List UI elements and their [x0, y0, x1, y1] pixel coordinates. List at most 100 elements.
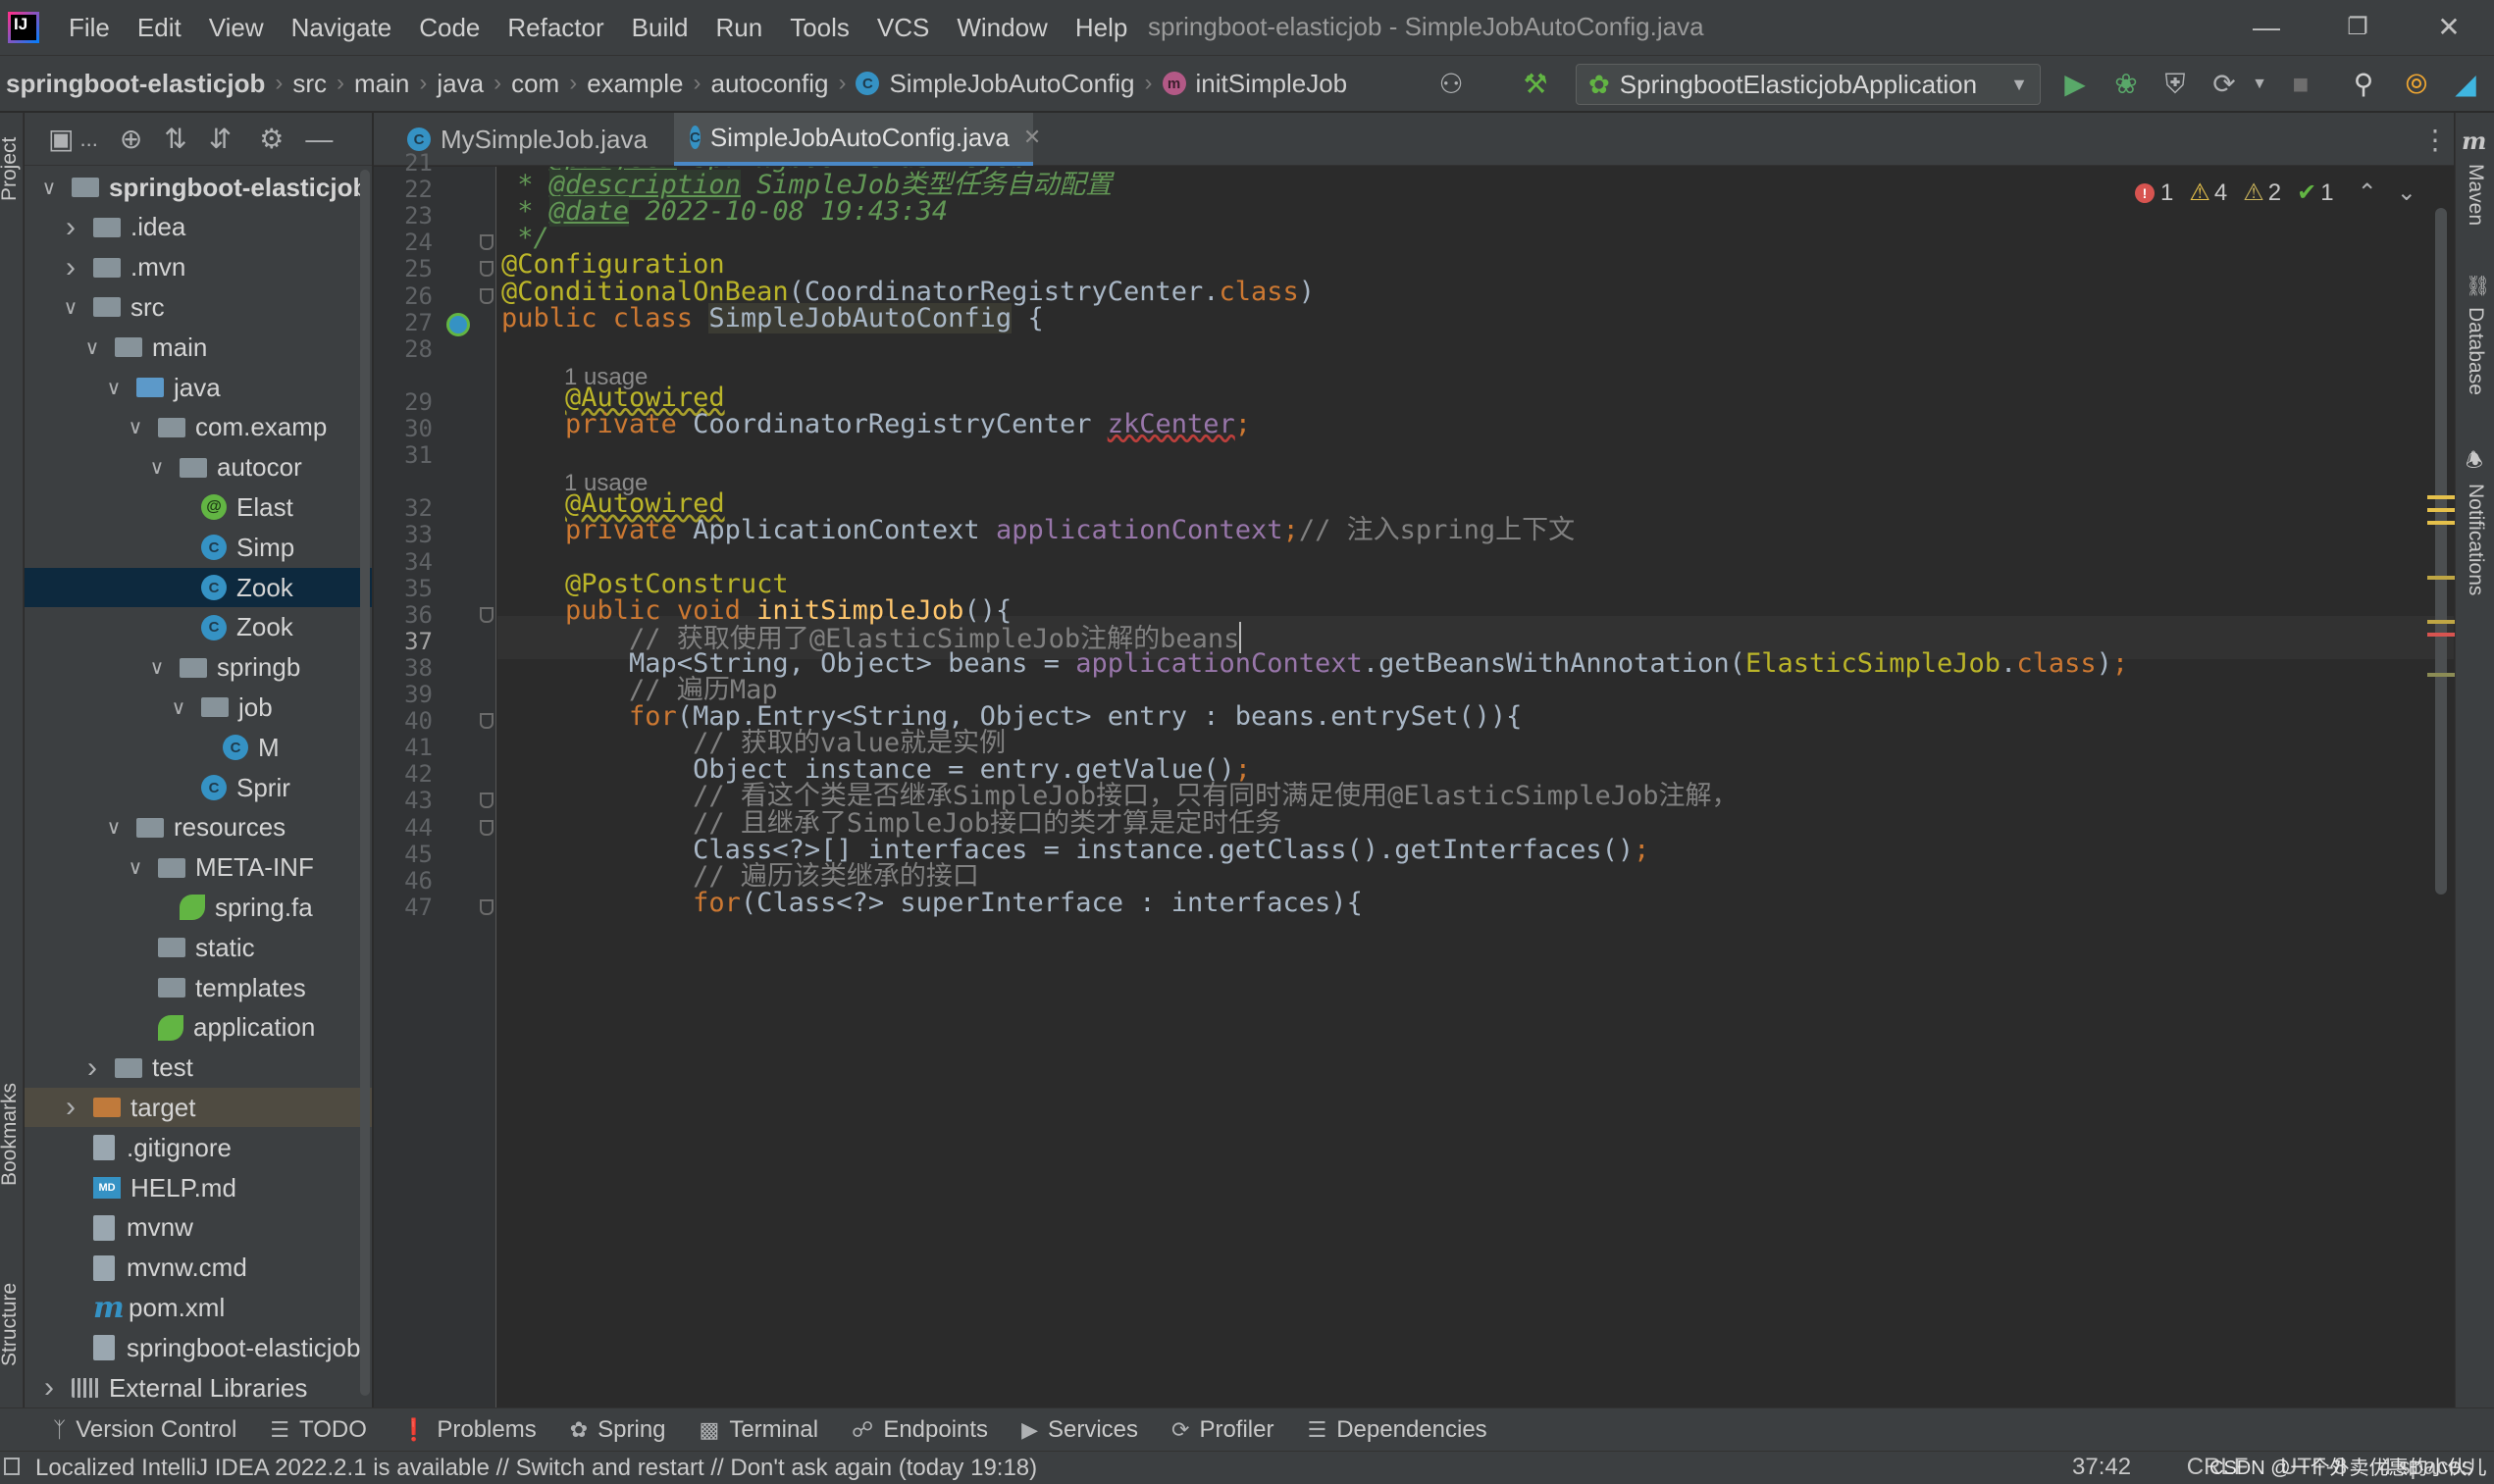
tree-item[interactable]: mvnw	[25, 1208, 372, 1248]
minimize-icon[interactable]: —	[2247, 10, 2286, 45]
next-highlight-icon[interactable]: ⌄	[2397, 179, 2416, 207]
menu-edit[interactable]: Edit	[137, 13, 182, 43]
user-account-icon[interactable]: ⚇	[1434, 68, 1468, 101]
chevron-down-icon[interactable]: ∨	[103, 376, 125, 400]
menu-view[interactable]: View	[209, 13, 264, 43]
menu-help[interactable]: Help	[1075, 13, 1127, 43]
chevron-down-icon[interactable]: ∨	[60, 295, 81, 320]
weak-warning-marker[interactable]	[2427, 576, 2455, 580]
profile-icon[interactable]: ⟳	[2208, 68, 2241, 101]
chevron-down-icon[interactable]: ∨	[146, 455, 168, 480]
version-control-button[interactable]: ᛉ Version Control	[53, 1416, 236, 1444]
update-icon[interactable]: ⦾	[2400, 68, 2433, 101]
tree-item[interactable]: ∨ src	[25, 287, 372, 327]
debug-icon[interactable]: ❀	[2109, 68, 2143, 101]
tree-item[interactable]: ∨ springboot-elasticjob	[25, 168, 372, 207]
tree-item[interactable]: m pom.xml	[25, 1288, 372, 1327]
menu-file[interactable]: File	[69, 13, 110, 43]
breadcrumb-autoconfig[interactable]: autoconfig	[710, 69, 828, 99]
run-configuration-select[interactable]: ✿ SpringbootElasticjobApplication ▼	[1576, 64, 2041, 105]
tree-item[interactable]: templates	[25, 968, 372, 1007]
tree-item[interactable]: springboot-elasticjob	[25, 1328, 372, 1367]
fold-marker-icon[interactable]	[480, 234, 494, 251]
caret-position[interactable]: 37:42	[2072, 1454, 2131, 1480]
previous-highlight-icon[interactable]: ⌃	[2358, 179, 2377, 207]
expand-all-icon[interactable]: ⇅	[164, 123, 186, 155]
menu-run[interactable]: Run	[715, 13, 762, 43]
structure-tool-button[interactable]: Structure	[0, 1283, 22, 1366]
stop-icon[interactable]: ■	[2284, 68, 2317, 101]
weak-warning-marker[interactable]	[2427, 673, 2455, 677]
chevron-down-icon[interactable]: ∨	[38, 176, 60, 200]
search-icon[interactable]: ⚲	[2347, 68, 2380, 101]
chevron-down-icon[interactable]: ∨	[146, 655, 168, 680]
chevron-right-icon[interactable]: ›	[60, 1091, 81, 1124]
tree-item[interactable]: .gitignore	[25, 1128, 372, 1167]
code-editor[interactable]: * @project springboot-elasticjob * @desc…	[497, 167, 2454, 1407]
fold-marker-icon[interactable]	[480, 713, 494, 730]
status-message[interactable]: Localized IntelliJ IDEA 2022.2.1 is avai…	[35, 1455, 1037, 1482]
menu-code[interactable]: Code	[419, 13, 480, 43]
project-tool-button[interactable]: Project	[0, 137, 22, 201]
menu-tools[interactable]: Tools	[790, 13, 850, 43]
notifications-tool-button[interactable]: Notifications	[2464, 484, 2487, 595]
chevron-down-icon[interactable]: ∨	[125, 415, 146, 439]
tree-item[interactable]: C Zook	[25, 568, 372, 607]
warning-marker[interactable]	[2427, 508, 2455, 512]
chevron-right-icon[interactable]: ›	[38, 1371, 60, 1405]
fold-marker-icon[interactable]	[480, 261, 494, 278]
restore-icon[interactable]: ❐	[2338, 10, 2377, 45]
tree-item[interactable]: ∨ springb	[25, 648, 372, 688]
coverage-icon[interactable]: ⛨	[2158, 68, 2192, 101]
tree-item[interactable]: ∨ autocor	[25, 448, 372, 487]
collapse-all-icon[interactable]: ⇵	[209, 123, 232, 155]
tree-item[interactable]: C Zook	[25, 608, 372, 647]
project-view-label[interactable]: ...	[79, 127, 97, 152]
breadcrumb-com[interactable]: com	[511, 69, 559, 99]
menu-vcs[interactable]: VCS	[877, 13, 929, 43]
tree-item[interactable]: ∨ main	[25, 328, 372, 367]
close-tab-icon[interactable]: ✕	[1023, 125, 1041, 150]
tree-item[interactable]: ∨ com.examp	[25, 408, 372, 447]
error-marker[interactable]	[2427, 633, 2455, 637]
tree-item[interactable]: mvnw.cmd	[25, 1249, 372, 1288]
tree-item[interactable]: ∨ job	[25, 688, 372, 727]
run-icon[interactable]: ▶	[2058, 68, 2092, 101]
tree-item[interactable]: › .idea	[25, 208, 372, 247]
more-run-options-icon[interactable]: ▼	[2243, 68, 2276, 101]
tree-item[interactable]: C Sprir	[25, 768, 372, 807]
build-hammer-icon[interactable]: ⚒	[1519, 68, 1552, 101]
tree-item[interactable]: static	[25, 928, 372, 967]
hide-panel-icon[interactable]: —	[305, 124, 333, 155]
close-window-icon[interactable]: ✕	[2429, 10, 2468, 45]
code-with-me-icon[interactable]: ◢	[2449, 68, 2482, 101]
breadcrumb-src[interactable]: src	[292, 69, 327, 99]
tree-item[interactable]: @ Elast	[25, 487, 372, 527]
todo-button[interactable]: ☰ TODO	[270, 1416, 367, 1444]
tree-item[interactable]: ∨ java	[25, 368, 372, 407]
menu-window[interactable]: Window	[957, 13, 1047, 43]
breadcrumb-java[interactable]: java	[437, 69, 484, 99]
chevron-right-icon[interactable]: ›	[60, 251, 81, 284]
project-scrollbar[interactable]	[360, 170, 370, 1396]
fold-marker-icon[interactable]	[480, 793, 494, 809]
tree-item[interactable]: › .mvn	[25, 248, 372, 287]
bookmarks-tool-button[interactable]: Bookmarks	[0, 1083, 22, 1186]
editor-scrollbar[interactable]	[2435, 208, 2447, 895]
more-tabs-icon[interactable]: ⋮	[2421, 124, 2449, 156]
fold-marker-icon[interactable]	[480, 819, 494, 836]
tree-item[interactable]: C Simp	[25, 528, 372, 567]
fold-marker-icon[interactable]	[480, 287, 494, 304]
gear-icon[interactable]: ⚙	[259, 123, 284, 155]
problems-button[interactable]: ❗ Problems	[400, 1416, 537, 1444]
tree-item[interactable]: MD HELP.md	[25, 1168, 372, 1207]
project-view-icon[interactable]: ▣	[48, 123, 74, 155]
chevron-right-icon[interactable]: ›	[81, 1051, 103, 1085]
warning-marker[interactable]	[2427, 521, 2455, 525]
tree-item[interactable]: CM	[25, 728, 372, 767]
breadcrumb-project[interactable]: springboot-elasticjob	[6, 69, 265, 99]
breadcrumb-example[interactable]: example	[587, 69, 683, 99]
endpoints-button[interactable]: ☍ Endpoints	[852, 1416, 988, 1444]
tree-item[interactable]: › test	[25, 1049, 372, 1088]
tab-simplejobautoconfig[interactable]: C SimpleJobAutoConfig.java ✕	[674, 113, 1041, 166]
